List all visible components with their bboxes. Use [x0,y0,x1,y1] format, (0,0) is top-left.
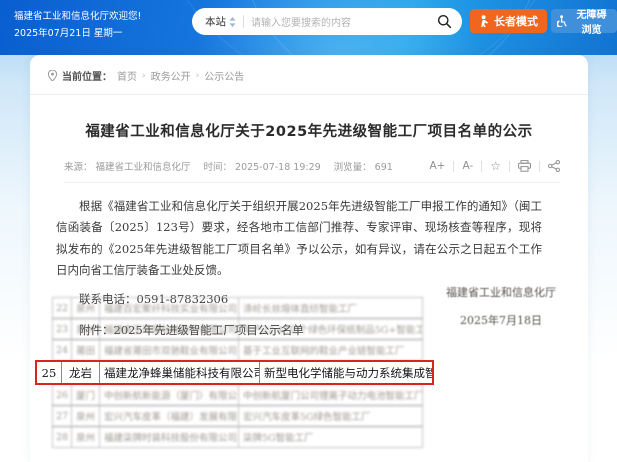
table-row: 22 泉州 福建百宏聚纤科技实业有限公司 涤纶长丝熔体直纺智能工厂 [52,297,423,319]
banner-date: 2025年07月21日 星期一 [14,25,141,42]
article-tools: A+ A- ☆ [430,159,561,173]
signature-date: 2025年7月18日 [446,307,556,335]
breadcrumb-announcements[interactable]: 公示公告 [204,68,244,83]
meta-bar: 来源：福建省工业和信息化厅时间：2025-07-18 19:29浏览量：691 … [64,159,560,183]
breadcrumb: 当前位置： 首页 › 政务公开 › 公示公告 [30,55,588,95]
row-project: 涤纶长丝熔体直纺智能工厂 [239,298,422,318]
welcome-text: 福建省工业和信息化厅欢迎您! [14,8,141,25]
font-increase-button[interactable]: A+ [430,160,446,172]
article-title: 福建省工业和信息化厅关于2025年先进级智能工厂项目名单的公示 [58,120,560,141]
search-divider [243,15,244,28]
row-city: 泉州 [72,298,100,318]
elder-mode-label: 长者模式 [494,13,538,29]
elder-icon [479,15,490,27]
favorite-star-icon[interactable]: ☆ [490,159,501,173]
time-value: 2025-07-18 19:29 [235,162,321,173]
share-icon[interactable] [548,160,560,172]
breadcrumb-separator: › [142,71,146,81]
search-scope-select[interactable]: 本站 [205,14,236,29]
row-project: 中创新航厦门公司锂离子动力电池智能工厂 [239,385,422,405]
row-number: 22 [53,298,72,318]
breadcrumb-separator: › [196,71,200,81]
content-card: 当前位置： 首页 › 政务公开 › 公示公告 福建省工业和信息化厅关于2025年… [30,55,588,462]
font-decrease-button[interactable]: A- [462,160,473,172]
table-row: 23 泉州 福建南王环保科技股份有限公司 年产22.47亿个绿色环保纸制品5G+… [52,318,423,340]
search-icon[interactable] [437,14,452,29]
row-number: 26 [53,385,72,405]
row-city: 泉州 [72,319,100,339]
breadcrumb-home[interactable]: 首页 [117,68,137,83]
signature-org: 福建省工业和信息化厅 [446,279,556,307]
row-city: 泉州 [72,427,100,447]
row-number: 25 [37,362,62,383]
project-table: 22 泉州 福建百宏聚纤科技实业有限公司 涤纶长丝熔体直纺智能工厂 23 泉州 … [52,298,423,448]
row-company: 福建柒牌时装科技股份有限公司 [100,427,239,447]
chevron-updown-icon [229,17,236,27]
article-paragraph: 根据《福建省工业和信息化厅关于组织开展2025年先进级智能工厂申报工作的通知》（… [56,196,542,281]
row-city: 泉州 [72,406,100,426]
row-company: 宏兴汽车皮革（福建）发展有限公司 [100,406,239,426]
row-project: 基于工业互联网的鞋业产业链智能工厂 [239,340,422,360]
breadcrumb-label: 当前位置： [62,68,112,83]
location-icon [48,70,57,81]
search-scope-label: 本站 [205,14,226,29]
row-project: 年产22.47亿个绿色环保纸制品5G+智能工厂 [239,319,422,339]
wheelchair-icon [557,15,568,27]
table-row: 27 泉州 宏兴汽车皮革（福建）发展有限公司 宏兴汽车皮革5G绿色智能工厂 [52,405,423,427]
accessibility-label: 无障碍浏览 [572,6,611,36]
source-label: 来源： [64,162,93,173]
table-row: 26 厦门 中创新航新能源（厦门）有限公司 中创新航厦门公司锂离子动力电池智能工… [52,384,423,406]
elder-mode-button[interactable]: 长者模式 [470,9,547,33]
views-value: 691 [375,162,393,173]
page: 福建省工业和信息化厅欢迎您! 2025年07月21日 星期一 本站 请输入您要搜… [0,0,617,462]
top-banner: 福建省工业和信息化厅欢迎您! 2025年07月21日 星期一 本站 请输入您要搜… [0,0,617,55]
views-label: 浏览量： [334,162,372,173]
row-company: 福建龙净蜂巢储能科技有限公司 [100,362,260,383]
row-project: 柒牌5G智能工厂 [239,427,422,447]
row-number: 24 [53,340,72,360]
meta-info: 来源：福建省工业和信息化厅 时间：2025-07-18 19:29 浏览量：691 [64,159,406,173]
row-number: 28 [53,427,72,447]
table-row: 28 泉州 福建柒牌时装科技股份有限公司 柒牌5G智能工厂 [52,426,423,448]
row-project: 宏兴汽车皮革5G绿色智能工厂 [239,406,422,426]
row-number: 23 [53,319,72,339]
table-row-highlighted: 25 龙岩 福建龙净蜂巢储能科技有限公司 新型电化学储能与动力系统集成智能工厂 [35,360,434,385]
row-number: 27 [53,406,72,426]
row-company: 福建省莆田市双驰鞋业有限公司 [100,340,239,360]
row-company: 中创新航新能源（厦门）有限公司 [100,385,239,405]
row-company: 福建百宏聚纤科技实业有限公司 [100,298,239,318]
search-input[interactable]: 请输入您要搜索的内容 [251,14,430,29]
source-value: 福建省工业和信息化厅 [96,162,191,173]
row-company: 福建南王环保科技股份有限公司 [100,319,239,339]
search-bar[interactable]: 本站 请输入您要搜索的内容 [192,8,462,35]
row-city: 莆田 [72,340,100,360]
breadcrumb-gov-info[interactable]: 政务公开 [151,68,191,83]
table-row: 24 莆田 福建省莆田市双驰鞋业有限公司 基于工业互联网的鞋业产业链智能工厂 [52,339,423,361]
accessibility-button[interactable]: 无障碍浏览 [551,9,617,33]
time-label: 时间： [204,162,233,173]
row-city: 龙岩 [62,362,100,383]
banner-left: 福建省工业和信息化厅欢迎您! 2025年07月21日 星期一 [14,8,141,42]
row-project: 新型电化学储能与动力系统集成智能工厂 [260,362,432,383]
row-city: 厦门 [72,385,100,405]
print-icon[interactable] [518,160,531,172]
signature-block: 福建省工业和信息化厅 2025年7月18日 [446,279,556,334]
